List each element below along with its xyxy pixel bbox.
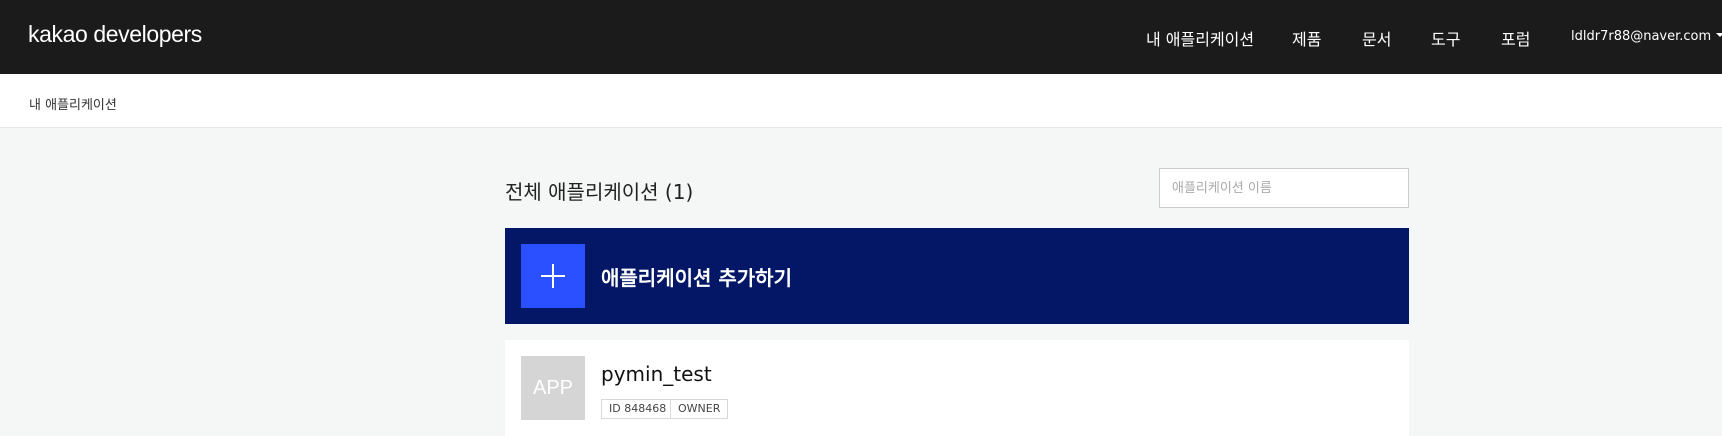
add-application-button[interactable]: 애플리케이션 추가하기 — [505, 228, 1409, 324]
nav-tools[interactable]: 도구 — [1431, 26, 1460, 50]
breadcrumb-bar: 내 애플리케이션 — [0, 74, 1722, 128]
nav-my-applications[interactable]: 내 애플리케이션 — [1146, 26, 1254, 50]
page-title: 전체 애플리케이션 (1) — [505, 180, 694, 204]
breadcrumb-my-applications[interactable]: 내 애플리케이션 — [29, 94, 117, 113]
main-nav: 내 애플리케이션 제품 문서 도구 포럼 ldldr7r88@naver.com — [0, 0, 1722, 74]
nav-forum[interactable]: 포럼 — [1501, 26, 1530, 50]
nav-products[interactable]: 제품 — [1292, 26, 1321, 50]
caret-down-icon — [1716, 32, 1722, 37]
nav-docs[interactable]: 문서 — [1362, 26, 1391, 50]
app-search-input[interactable] — [1159, 168, 1409, 208]
top-navigation-bar: kakao developers 내 애플리케이션 제품 문서 도구 포럼 ld… — [0, 0, 1722, 74]
plus-icon — [521, 244, 585, 308]
add-application-label: 애플리케이션 추가하기 — [601, 266, 792, 290]
app-name: pymin_test — [601, 362, 712, 386]
app-id-tag: ID 848468 — [601, 399, 675, 419]
app-thumbnail: APP — [521, 356, 585, 420]
user-email: ldldr7r88@naver.com — [1571, 29, 1712, 44]
app-role-tag: OWNER — [670, 399, 729, 419]
application-card[interactable]: APP pymin_test ID 848468 OWNER — [505, 340, 1409, 436]
plus-icon-vertical — [552, 264, 554, 288]
user-account-menu[interactable]: ldldr7r88@naver.com — [1571, 29, 1722, 44]
